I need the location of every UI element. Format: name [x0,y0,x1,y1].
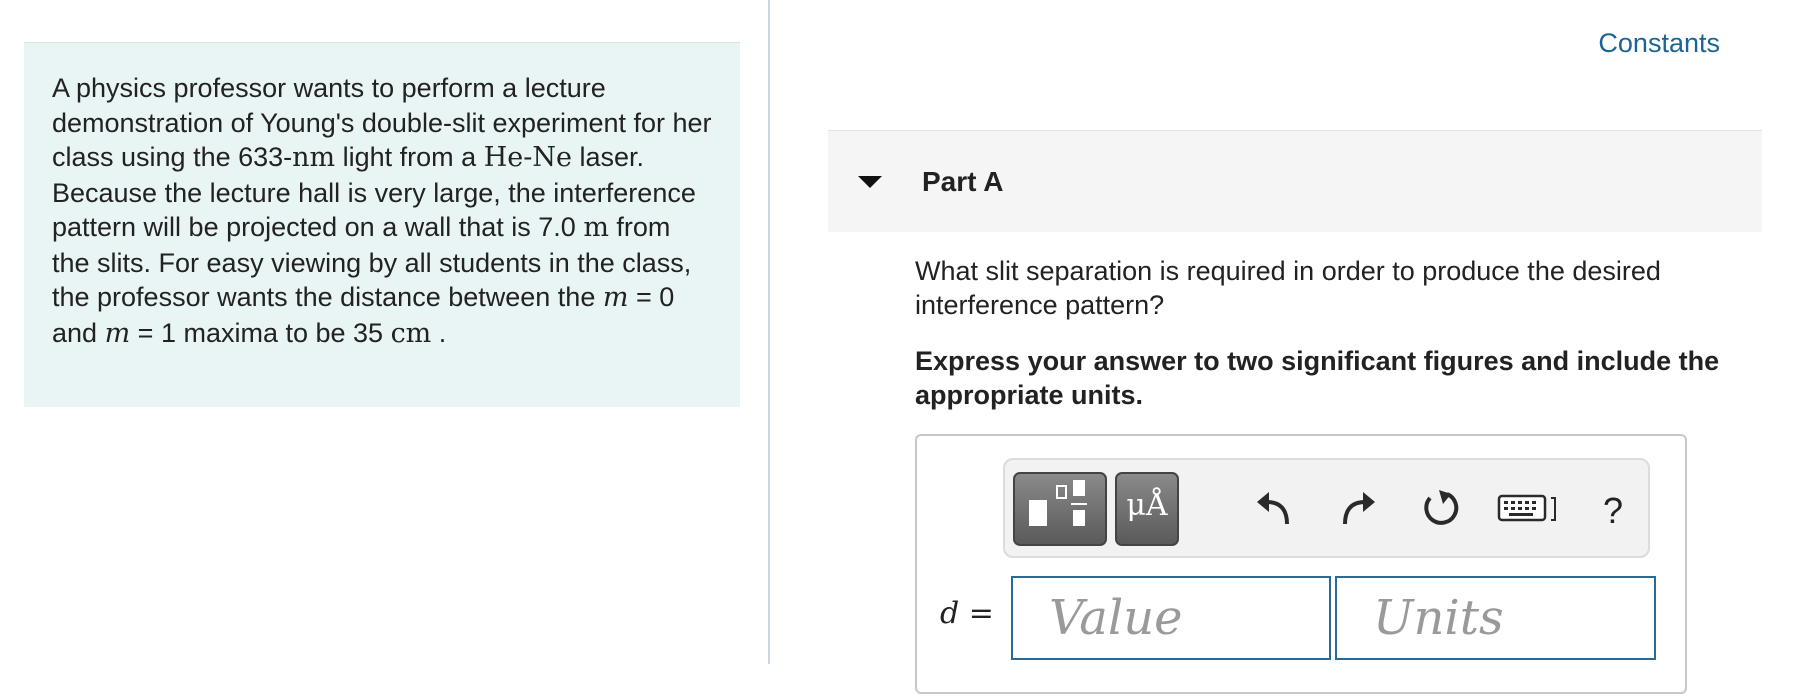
redo-icon[interactable] [1335,486,1379,530]
units-icon: μÅ [1126,488,1168,523]
value-placeholder: Value [1049,590,1183,646]
part-title: Part A [922,165,1004,197]
undo-icon[interactable] [1253,486,1297,530]
variable-label-text: d = [940,596,994,631]
problem-math-run: m [583,212,609,243]
templates-button[interactable] [1013,472,1107,546]
problem-text-run: light from a [335,142,484,172]
problem-math-run: He-Ne [483,142,572,173]
problem-statement-text: A physics professor wants to perform a l… [52,71,712,351]
problem-text-run: = 1 maxima to be 35 [130,317,391,348]
part-a-header[interactable]: Part A [828,130,1762,232]
variable-label: d = [940,596,994,631]
help-icon[interactable]: ? [1603,490,1623,532]
keyboard-icon[interactable] [1495,486,1565,530]
problem-math-run: m [104,317,131,349]
problem-statement-panel: A physics professor wants to perform a l… [24,42,740,407]
caret-down-icon[interactable] [858,175,882,188]
problem-text-run: . [431,317,447,348]
question-text: What slit separation is required in orde… [915,256,1661,320]
reset-icon[interactable] [1419,486,1463,530]
units-button[interactable]: μÅ [1115,472,1179,546]
units-input[interactable]: Units [1335,576,1656,660]
panel-divider [768,0,770,664]
units-placeholder: Units [1373,590,1504,646]
value-input[interactable]: Value [1011,576,1331,660]
templates-icon [1029,480,1087,526]
problem-math-run: nm [292,142,336,173]
answer-instruction: Express your answer to two significant f… [915,346,1720,410]
math-toolbar: μÅ ? [1003,458,1650,558]
problem-math-run: m [602,282,629,313]
problem-math-run: cm [390,317,432,349]
constants-link[interactable]: Constants [1598,28,1720,59]
